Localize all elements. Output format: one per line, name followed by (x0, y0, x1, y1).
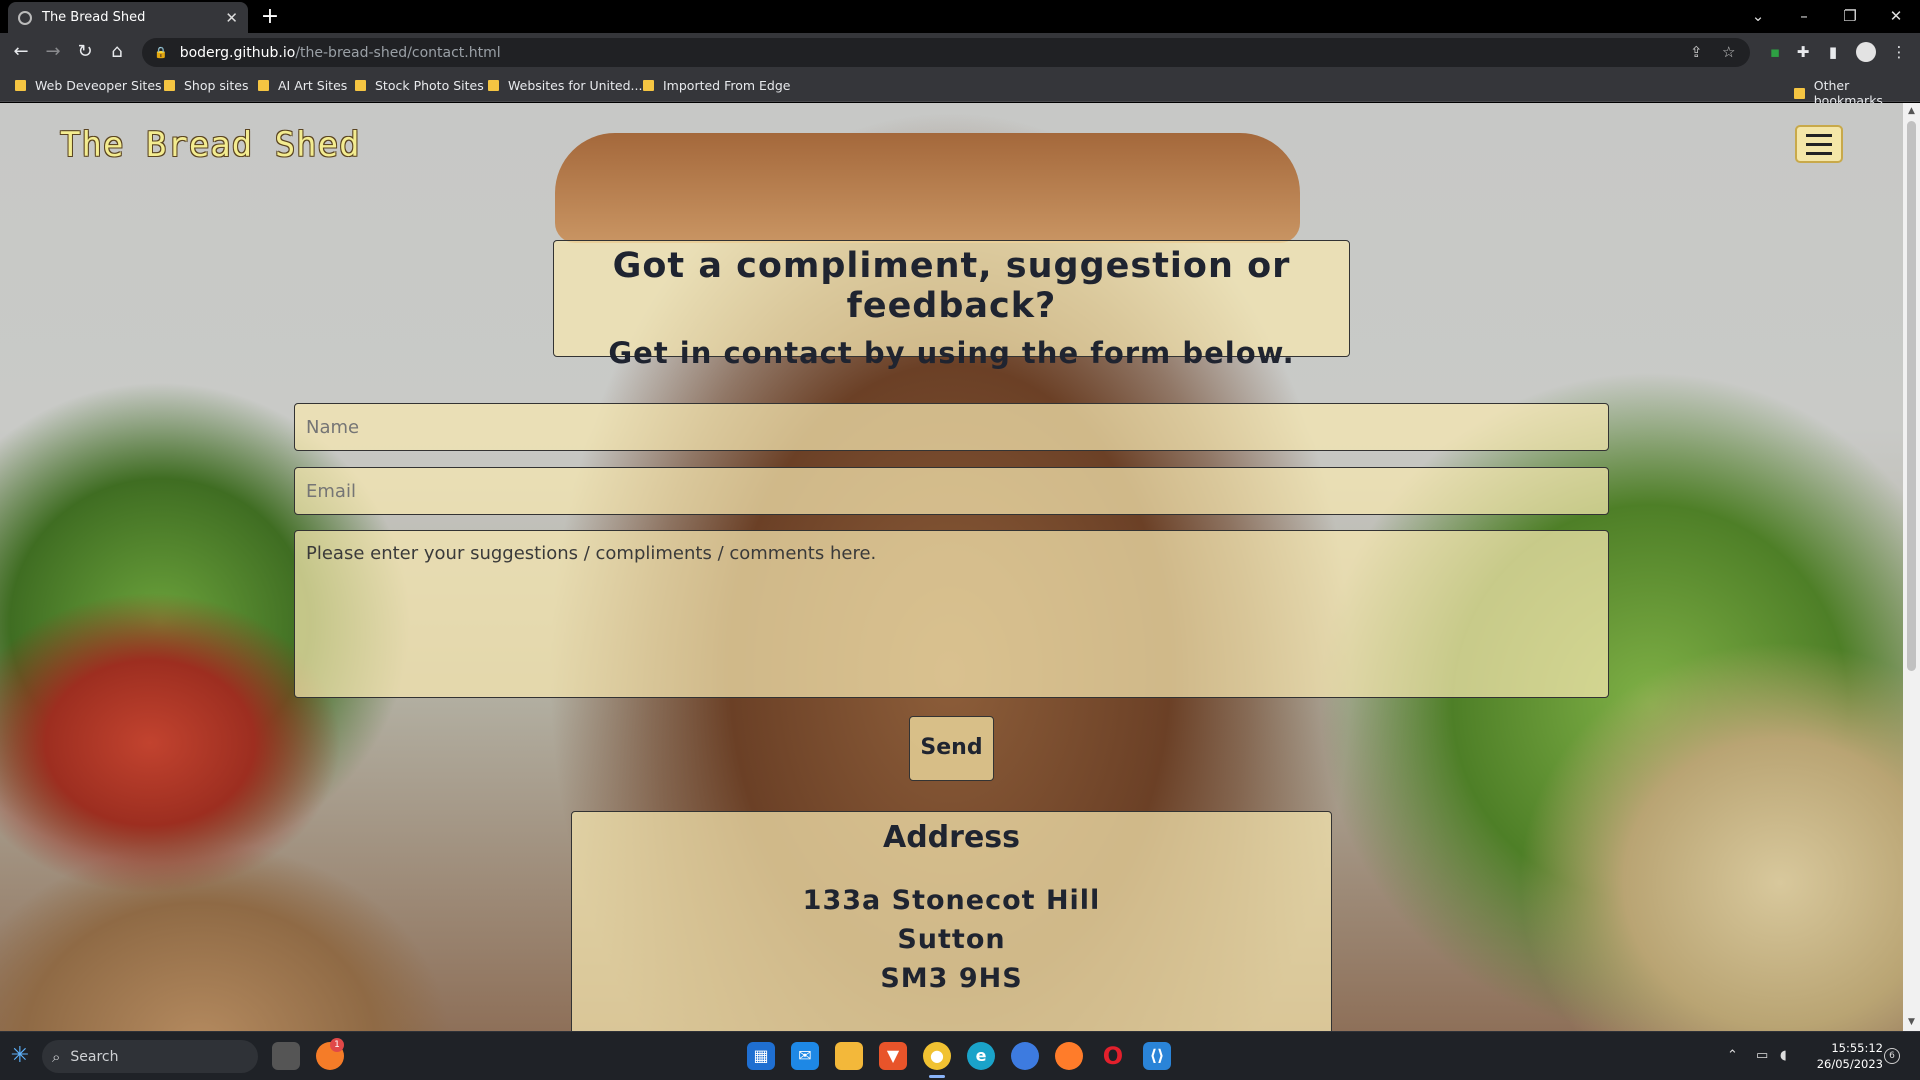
task-view-icon[interactable] (272, 1042, 300, 1070)
browser-tab-bar: The Bread Shed ✕ + ⌄ – ❐ ✕ (0, 0, 1920, 33)
menu-bar (1806, 151, 1832, 155)
opera-icon[interactable]: O (1099, 1042, 1127, 1070)
system-clock[interactable]: 15:55:12 26/05/2023 (1808, 1040, 1883, 1072)
bookmark-folder[interactable]: AI Art Sites (258, 78, 347, 93)
file-explorer-icon[interactable] (835, 1042, 863, 1070)
browser-toolbar: ← → ↻ ⌂ 🔒 boderg.github.io /the-bread-sh… (0, 33, 1920, 71)
menu-kebab-icon[interactable]: ⋮ (1888, 39, 1910, 65)
url-host: boderg.github.io (179, 44, 296, 61)
close-window-icon[interactable]: ✕ (1873, 2, 1919, 30)
address-line: SM3 9HS (880, 963, 1023, 994)
mail-icon[interactable]: ✉ (791, 1042, 819, 1070)
address-title: Address (882, 820, 1021, 855)
page-viewport: The Bread Shed Got a compliment, suggest… (0, 103, 1903, 1031)
clock-time: 15:55:12 (1831, 1041, 1883, 1055)
menu-bar (1806, 133, 1832, 137)
firefox-icon[interactable] (1055, 1042, 1083, 1070)
extension-icon[interactable]: ▪ (1764, 39, 1786, 65)
email-input[interactable] (294, 467, 1609, 515)
address-line: 133a Stonecot Hill (802, 885, 1101, 916)
minimize-icon[interactable]: – (1781, 2, 1827, 30)
tab-title: The Bread Shed (42, 10, 146, 25)
bookmark-star-icon[interactable]: ☆ (1722, 38, 1735, 67)
name-input[interactable] (294, 403, 1609, 451)
start-icon[interactable]: ✳ (6, 1042, 34, 1070)
windows-taskbar: ✳ ⌕ Search 1 ▦ ✉ ▼ ● e O ⟨⟩ ⌃ ▭ ◖ 15:55:… (0, 1031, 1920, 1080)
vscode-icon[interactable]: ⟨⟩ (1143, 1042, 1171, 1070)
bookmark-folder[interactable]: Websites for United... (488, 78, 642, 93)
tray-overflow-icon[interactable]: ⌃ (1727, 1048, 1738, 1063)
tab-search-icon[interactable]: ⌄ (1735, 2, 1781, 30)
back-icon[interactable]: ← (8, 39, 34, 65)
share-icon[interactable]: ⇪ (1690, 38, 1703, 67)
side-panel-icon[interactable]: ▮ (1822, 39, 1844, 65)
folder-icon (643, 80, 654, 91)
volume-icon[interactable]: ◖ (1780, 1048, 1787, 1063)
notification-badge: 1 (330, 1038, 344, 1052)
folder-icon (488, 80, 499, 91)
site-logo[interactable]: The Bread Shed (60, 125, 361, 165)
puzzle-extensions-icon[interactable]: ✚ (1792, 39, 1814, 65)
folder-icon (355, 80, 366, 91)
brave-icon[interactable]: ▼ (879, 1042, 907, 1070)
clock-date: 26/05/2023 (1816, 1057, 1883, 1071)
store-icon[interactable]: ▦ (747, 1042, 775, 1070)
taskbar-search[interactable]: ⌕ Search (42, 1040, 258, 1073)
firefox-dev-icon[interactable] (1011, 1042, 1039, 1070)
scroll-down-icon[interactable]: ▼ (1903, 1017, 1920, 1027)
bookmark-folder[interactable]: Web Deveoper Sites (15, 78, 162, 93)
active-app-indicator (929, 1075, 945, 1078)
bookmark-folder[interactable]: Imported From Edge (643, 78, 790, 93)
notification-center-icon[interactable]: 6 (1884, 1048, 1900, 1064)
lock-icon: 🔒 (154, 46, 168, 59)
send-button[interactable]: Send (909, 716, 994, 781)
address-bar[interactable]: 🔒 boderg.github.io /the-bread-shed/conta… (142, 38, 1750, 67)
globe-icon (18, 10, 32, 25)
page-subtitle: Get in contact by using the form below. (608, 336, 1295, 370)
bookmarks-bar: Web Deveoper Sites Shop sites AI Art Sit… (0, 71, 1920, 108)
message-textarea[interactable]: Please enter your suggestions / complime… (294, 530, 1609, 698)
page-title: Got a compliment, suggestion or feedback… (612, 246, 1291, 326)
address-line: Sutton (897, 924, 1006, 955)
browser-tab[interactable]: The Bread Shed ✕ (8, 2, 248, 33)
hamburger-menu-button[interactable] (1795, 125, 1843, 163)
folder-icon (15, 80, 26, 91)
folder-icon (1794, 87, 1805, 99)
menu-bar (1806, 142, 1832, 146)
reload-icon[interactable]: ↻ (72, 39, 98, 65)
edge-icon[interactable]: e (967, 1042, 995, 1070)
page-scrollbar[interactable]: ▲ ▼ (1903, 103, 1920, 1031)
forward-icon[interactable]: → (40, 39, 66, 65)
contact-heading-card: Got a compliment, suggestion or feedback… (553, 240, 1350, 370)
folder-icon (258, 80, 269, 91)
background-sandwich-image (555, 133, 1300, 243)
folder-icon (164, 80, 175, 91)
tab-close-icon[interactable]: ✕ (225, 9, 238, 27)
url-path: /the-bread-shed/contact.html (295, 44, 501, 61)
address-card: Address 133a Stonecot Hill Sutton SM3 9H… (571, 811, 1332, 1031)
bookmark-folder[interactable]: Stock Photo Sites (355, 78, 484, 93)
restore-icon[interactable]: ❐ (1827, 2, 1873, 30)
scrollbar-thumb[interactable] (1907, 121, 1916, 671)
new-tab-button[interactable]: + (258, 4, 282, 29)
network-icon[interactable]: ▭ (1756, 1048, 1768, 1063)
scroll-up-icon[interactable]: ▲ (1903, 106, 1920, 116)
profile-avatar[interactable] (1856, 42, 1876, 62)
chrome-icon[interactable]: ● (923, 1042, 951, 1070)
bookmark-folder[interactable]: Shop sites (164, 78, 249, 93)
home-icon[interactable]: ⌂ (104, 39, 130, 65)
search-icon: ⌕ (52, 1047, 61, 1066)
